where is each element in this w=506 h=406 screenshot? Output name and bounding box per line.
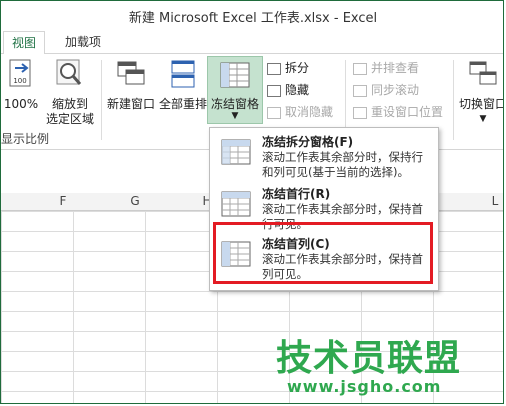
arrange-all-button[interactable]: 全部重排 bbox=[157, 58, 209, 112]
split-button[interactable]: 拆分 bbox=[267, 58, 309, 78]
window-title: 新建 Microsoft Excel 工作表.xlsx - Excel bbox=[128, 11, 378, 26]
side-by-side-label: 并排查看 bbox=[371, 61, 420, 75]
zoom-100-label: 100% bbox=[3, 97, 39, 111]
freeze-panes-icon bbox=[219, 61, 251, 94]
split-label: 拆分 bbox=[285, 61, 310, 75]
column-header-f[interactable]: F bbox=[53, 193, 73, 210]
ribbon-tabs: 视图 加载项 bbox=[1, 31, 503, 55]
view-side-by-side-button[interactable]: 并排查看 bbox=[353, 58, 419, 78]
watermark-url: www.jsgho.com bbox=[287, 377, 442, 396]
side-by-side-icon bbox=[353, 62, 367, 75]
reset-position-icon bbox=[353, 106, 367, 119]
tab-view[interactable]: 视图 bbox=[3, 31, 46, 55]
switch-windows-label: 切换窗口 bbox=[458, 97, 504, 111]
group-separator bbox=[101, 60, 102, 140]
reset-position-label: 重设窗口位置 bbox=[371, 105, 444, 119]
menu-item-freeze-panes[interactable]: 冻结拆分窗格(F) 滚动工作表其余部分时，保持行和列可见(基于当前的选择)。 bbox=[210, 130, 438, 180]
menu-item-title: 冻结首行(R) bbox=[262, 187, 331, 201]
highlight-box bbox=[213, 222, 433, 284]
new-window-label: 新建窗口 bbox=[106, 97, 155, 111]
zoom-100-icon: 100 bbox=[3, 58, 39, 94]
zoom-100-button[interactable]: 100 100% bbox=[3, 58, 39, 112]
switch-windows-button[interactable]: 切换窗口 ▼ bbox=[457, 58, 504, 127]
tab-addins[interactable]: 加载项 bbox=[57, 31, 109, 53]
column-header-g[interactable]: G bbox=[125, 193, 145, 210]
excel-window: 新建 Microsoft Excel 工作表.xlsx - Excel 视图 加… bbox=[0, 0, 504, 404]
watermark-brand: 技术员联盟 bbox=[276, 338, 462, 379]
magnifier-icon bbox=[45, 58, 95, 94]
chevron-down-icon: ▼ bbox=[479, 114, 487, 124]
unhide-button[interactable]: 取消隐藏 bbox=[267, 102, 333, 122]
menu-item-description: 滚动工作表其余部分时，保持行和列可见(基于当前的选择)。 bbox=[262, 150, 423, 179]
title-bar: 新建 Microsoft Excel 工作表.xlsx - Excel bbox=[1, 1, 503, 31]
new-window-button[interactable]: 新建窗口 bbox=[105, 58, 157, 112]
sync-scroll-icon bbox=[353, 84, 367, 97]
reset-window-position-button[interactable]: 重设窗口位置 bbox=[353, 102, 443, 122]
freeze-panes-button[interactable]: 冻结窗格 ▼ bbox=[207, 56, 263, 124]
arrange-all-label: 全部重排 bbox=[158, 97, 207, 111]
sync-scroll-label: 同步滚动 bbox=[371, 83, 420, 97]
group-separator bbox=[453, 60, 454, 140]
hide-label: 隐藏 bbox=[285, 83, 310, 97]
menu-item-title: 冻结拆分窗格(F) bbox=[262, 135, 354, 149]
zoom-to-selection-button[interactable]: 缩放到 选定区域 bbox=[45, 58, 95, 127]
freeze-top-row-icon bbox=[220, 190, 252, 223]
arrange-all-icon bbox=[157, 58, 209, 94]
zoom-group-label: 显示比例 bbox=[1, 132, 50, 146]
split-icon bbox=[267, 62, 281, 75]
hide-button[interactable]: 隐藏 bbox=[267, 80, 309, 100]
hide-icon bbox=[267, 84, 281, 97]
unhide-label: 取消隐藏 bbox=[285, 105, 334, 119]
new-window-icon bbox=[105, 58, 157, 94]
unhide-icon bbox=[267, 106, 281, 119]
freeze-panes-label: 冻结窗格 bbox=[210, 97, 259, 111]
freeze-panes-icon bbox=[220, 138, 252, 171]
switch-windows-icon bbox=[457, 58, 503, 94]
sync-scroll-button[interactable]: 同步滚动 bbox=[353, 80, 419, 100]
column-header-l[interactable]: L bbox=[485, 193, 503, 210]
svg-text:100: 100 bbox=[13, 77, 26, 85]
zoom-to-selection-label: 缩放到 选定区域 bbox=[45, 97, 94, 126]
chevron-down-icon: ▼ bbox=[231, 111, 239, 121]
